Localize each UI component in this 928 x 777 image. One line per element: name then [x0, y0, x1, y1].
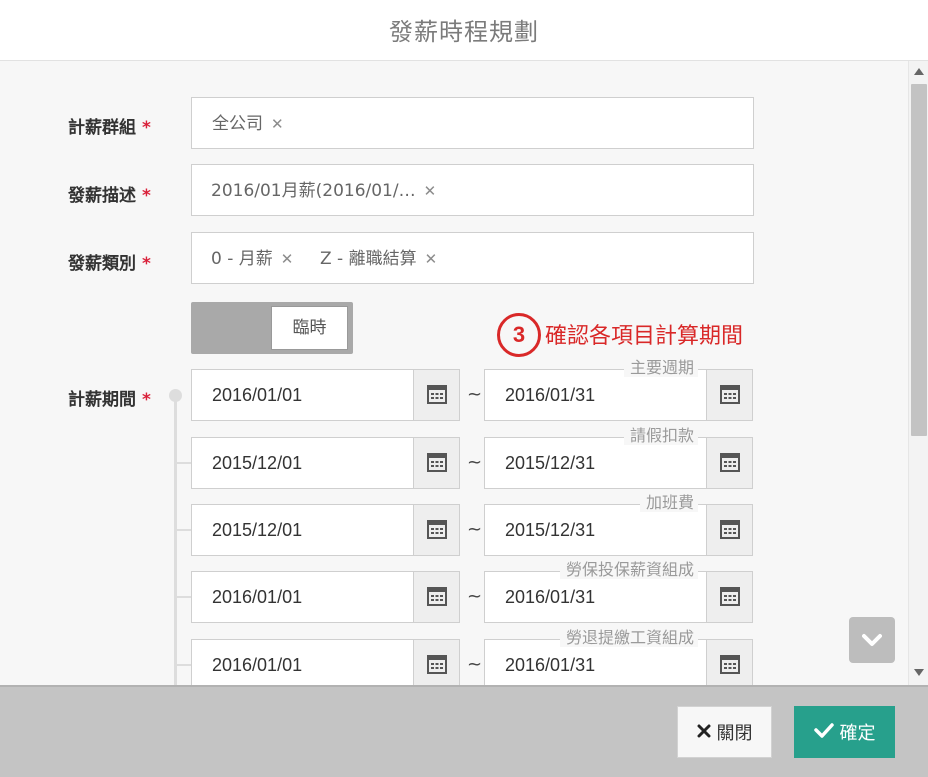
chevron-down-icon [862, 634, 882, 646]
period-timeline [174, 395, 177, 685]
annotation-text: 確認各項目計算期間 [545, 324, 744, 349]
close-icon[interactable]: ✕ [425, 233, 438, 285]
date-range-separator: ~ [467, 384, 483, 405]
date-range-separator: ~ [467, 586, 483, 607]
calendar-icon[interactable] [706, 505, 752, 555]
calendar-icon[interactable] [706, 640, 752, 685]
dialog: 發薪時程規劃 計薪群組 * 全公司 ✕ 發薪描述 * 2016/01月薪(2016/0… [0, 0, 928, 777]
period-end-date-input[interactable]: 2016/01/31 [484, 369, 753, 421]
date-range-separator: ~ [467, 654, 483, 675]
dialog-title: 發薪時程規劃 [389, 18, 539, 46]
date-value: 2016/01/01 [212, 587, 303, 607]
calendar-icon[interactable] [413, 438, 459, 488]
close-icon[interactable]: ✕ [281, 233, 294, 285]
period-category-label: 勞保投保薪資組成 [559, 561, 698, 579]
close-icon [697, 722, 711, 743]
calendar-icon[interactable] [413, 505, 459, 555]
date-range-separator: ~ [467, 519, 483, 540]
scroll-to-bottom-button[interactable] [849, 617, 895, 663]
period-timeline-dot [169, 389, 182, 402]
period-timeline-branch [176, 529, 192, 531]
period-timeline-branch [176, 462, 192, 464]
temporary-toggle[interactable]: 臨時 [191, 302, 353, 354]
tag-all-company: 全公司 ✕ [212, 98, 284, 150]
period-timeline-branch [176, 596, 192, 598]
pay-description-label: 發薪描述 * [68, 186, 151, 206]
calendar-icon[interactable] [413, 572, 459, 622]
period-category-label: 主要週期 [623, 359, 698, 377]
close-button[interactable]: 關閉 [677, 706, 772, 758]
calendar-icon[interactable] [413, 370, 459, 420]
scroll-up-arrow-icon[interactable] [914, 68, 924, 75]
pay-description-select[interactable]: 2016/01月薪(2016/01/… ✕ [191, 164, 754, 216]
check-icon [813, 722, 834, 743]
scroll-down-arrow-icon[interactable] [914, 669, 924, 676]
tag-resignation: Z - 離職結算 ✕ [320, 233, 437, 285]
dialog-body: 計薪群組 * 全公司 ✕ 發薪描述 * 2016/01月薪(2016/01/… ✕ 發薪… [0, 61, 908, 685]
tag-pay-description: 2016/01月薪(2016/01/… ✕ [211, 165, 436, 217]
period-category-label: 勞退提繳工資組成 [559, 629, 698, 647]
period-start-date-input[interactable]: 2016/01/01 [191, 639, 460, 685]
date-value: 2016/01/31 [505, 385, 596, 405]
calendar-icon[interactable] [413, 640, 459, 685]
pay-period-label: 計薪期間 * [68, 390, 151, 410]
salary-group-label: 計薪群組 * [68, 118, 151, 138]
period-end-date-input[interactable]: 2015/12/31 [484, 437, 753, 489]
annotation-number: 3 [497, 313, 541, 357]
period-timeline-branch [176, 664, 192, 666]
date-value: 2015/12/01 [212, 520, 303, 540]
confirm-button-label: 確定 [839, 723, 876, 744]
period-category-label: 加班費 [639, 494, 698, 512]
date-value: 2016/01/01 [212, 385, 303, 405]
date-value: 2015/12/31 [505, 520, 596, 540]
vertical-scrollbar[interactable] [908, 61, 928, 685]
period-end-date-input[interactable]: 2015/12/31 [484, 504, 753, 556]
salary-group-select[interactable]: 全公司 ✕ [191, 97, 754, 149]
scrollbar-thumb[interactable] [911, 84, 927, 436]
close-icon[interactable]: ✕ [424, 165, 437, 217]
dialog-footer: 關閉 確定 [0, 685, 928, 777]
tag-monthly: 0 - 月薪 ✕ [211, 233, 293, 285]
period-category-label: 請假扣款 [623, 427, 698, 445]
pay-category-select[interactable]: 0 - 月薪 ✕ Z - 離職結算 ✕ [191, 232, 754, 284]
confirm-button[interactable]: 確定 [794, 706, 895, 758]
close-icon[interactable]: ✕ [271, 98, 284, 150]
pay-category-label: 發薪類別 * [68, 254, 151, 274]
date-value: 2015/12/31 [505, 453, 596, 473]
calendar-icon[interactable] [706, 572, 752, 622]
date-range-separator: ~ [467, 452, 483, 473]
period-start-date-input[interactable]: 2015/12/01 [191, 504, 460, 556]
date-value: 2015/12/01 [212, 453, 303, 473]
date-value: 2016/01/01 [212, 655, 303, 675]
period-start-date-input[interactable]: 2015/12/01 [191, 437, 460, 489]
period-start-date-input[interactable]: 2016/01/01 [191, 369, 460, 421]
dialog-header: 發薪時程規劃 [0, 0, 928, 61]
date-value: 2016/01/31 [505, 587, 596, 607]
temporary-toggle-label: 臨時 [271, 306, 348, 350]
close-button-label: 關閉 [716, 723, 753, 744]
calendar-icon[interactable] [706, 370, 752, 420]
calendar-icon[interactable] [706, 438, 752, 488]
period-start-date-input[interactable]: 2016/01/01 [191, 571, 460, 623]
